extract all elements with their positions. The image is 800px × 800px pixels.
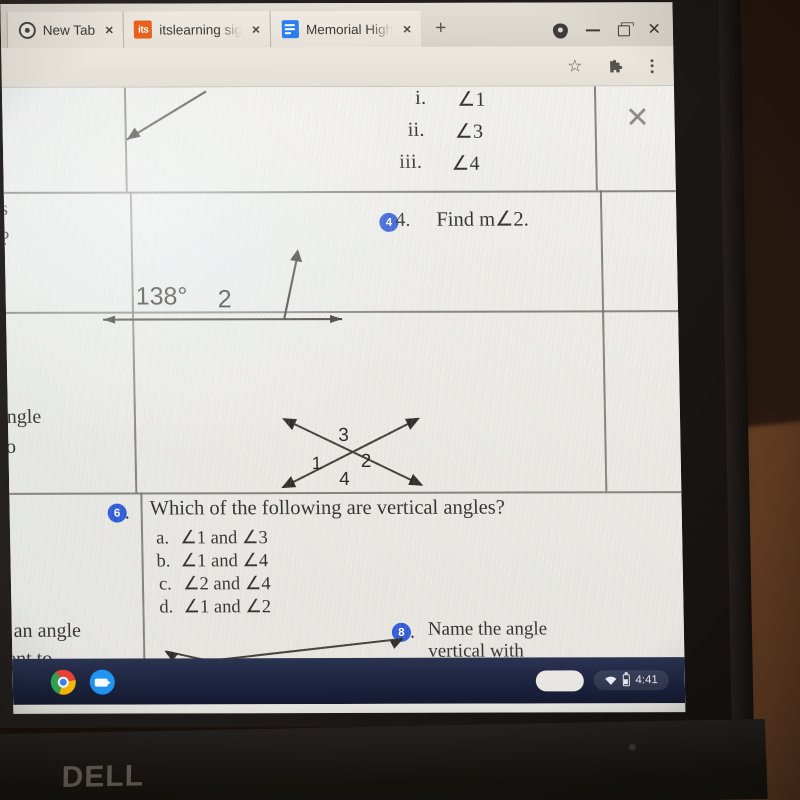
handwritten-angle-value: 138° <box>135 282 188 311</box>
table-divider <box>593 86 598 191</box>
location-pin-icon[interactable] <box>552 22 568 38</box>
choice-letter: b. <box>156 551 171 572</box>
google-docs-icon <box>281 20 299 39</box>
shelf-app-list <box>13 669 115 695</box>
screen-moire-overlay <box>1 86 686 705</box>
browser-tabstrip: New Tab × its itslearning sig × Memorial… <box>0 2 674 48</box>
choice-text: ∠1 and ∠4 <box>180 551 269 572</box>
tab-close-button[interactable]: × <box>102 22 116 38</box>
bookmark-star-icon[interactable]: ☆ <box>567 56 583 75</box>
diagram-label-2: 2 <box>360 450 372 472</box>
tab-new-tab[interactable]: New Tab × <box>6 11 124 48</box>
choice-text: ∠1 and ∠2 <box>183 597 272 618</box>
roman-marker-iii: iii. <box>399 150 423 173</box>
table-divider <box>599 190 607 492</box>
minimize-button[interactable] <box>585 29 600 32</box>
choice-b[interactable]: b. ∠1 and ∠4 <box>156 550 268 572</box>
laptop-device: New Tab × its itslearning sig × Memorial… <box>0 0 768 800</box>
choice-a[interactable]: a. ∠1 and ∠3 <box>156 527 268 549</box>
tab-memorial-high[interactable]: Memorial High × <box>269 10 422 48</box>
clock-time: 4:41 <box>635 674 658 687</box>
browser-toolbar: ☆ <box>1 46 674 88</box>
diagram-label-4: 4 <box>338 468 350 491</box>
tab-close-button[interactable]: × <box>249 21 263 37</box>
system-status-tray[interactable]: 4:41 <box>593 670 670 691</box>
roman-text-ii: ∠3 <box>454 120 484 143</box>
roman-text-i: ∠1 <box>456 88 486 111</box>
close-window-button[interactable]: ✕ <box>647 21 661 38</box>
question-text-6: Which of the following are vertical angl… <box>149 496 506 520</box>
diagram-vertical-angles <box>281 417 424 489</box>
roman-text-iii: ∠4 <box>451 152 481 175</box>
tab-title: New Tab <box>42 22 96 38</box>
choice-text: ∠2 and ∠4 <box>182 574 271 595</box>
keyboard-deck: DELL <box>0 718 768 800</box>
extensions-puzzle-icon[interactable] <box>608 58 624 74</box>
chrome-app-icon[interactable] <box>50 669 76 695</box>
tab-close-button[interactable]: × <box>400 21 414 37</box>
diagram-label-3: 3 <box>338 424 350 447</box>
new-tab-button[interactable]: + <box>421 18 459 47</box>
tab-title: itslearning sig <box>159 21 242 38</box>
camera-app-icon[interactable] <box>89 669 115 695</box>
wifi-icon <box>604 676 617 685</box>
maximize-button[interactable] <box>617 24 630 36</box>
browser-menu-icon[interactable] <box>650 58 654 73</box>
choice-text: ∠1 and ∠3 <box>179 528 268 549</box>
chrome-icon <box>18 21 36 39</box>
tab-itslearning[interactable]: its itslearning sig × <box>122 11 271 48</box>
diagram-arrow-row1 <box>126 90 207 141</box>
choice-letter: a. <box>155 528 170 549</box>
left-fragment: angle <box>1 405 42 428</box>
deck-indicator-dot <box>628 743 636 751</box>
roman-marker-ii: ii. <box>407 118 425 141</box>
shelf-status-area[interactable]: 4:41 <box>535 669 685 691</box>
laptop-screen: New Tab × its itslearning sig × Memorial… <box>0 2 686 714</box>
choice-letter: d. <box>159 597 174 618</box>
question-number-4: 4. <box>395 208 411 231</box>
shelf-notification-blob <box>535 669 584 691</box>
chromeos-shelf: 4:41 <box>12 657 686 705</box>
choice-letter: c. <box>158 574 173 595</box>
choice-c[interactable]: c. ∠2 and ∠4 <box>159 573 271 595</box>
table-divider <box>3 190 676 194</box>
itslearning-icon: its <box>134 20 153 39</box>
question-text-4: Find m∠2. <box>436 208 529 231</box>
window-controls: ✕ <box>552 21 673 46</box>
left-fragment: e an angle <box>1 619 82 642</box>
photo-background: New Tab × its itslearning sig × Memorial… <box>0 0 800 800</box>
question-number-6: . <box>124 501 130 524</box>
brand-logo: DELL <box>61 759 145 795</box>
question-text-8-line1: Name the angle <box>427 618 548 640</box>
roman-marker-i: i. <box>414 86 427 109</box>
choice-d[interactable]: d. ∠1 and ∠2 <box>159 596 271 618</box>
close-icon[interactable]: ✕ <box>622 102 653 134</box>
handwritten-angle-label: 2 <box>217 285 232 314</box>
tab-title: Memorial High <box>305 21 394 37</box>
battery-icon <box>622 674 630 687</box>
worksheet-page: ✕ i. ∠1 ii. ∠3 iii. ∠4 s ? angle to e an… <box>1 86 686 705</box>
diagram-label-1: 1 <box>311 453 322 474</box>
